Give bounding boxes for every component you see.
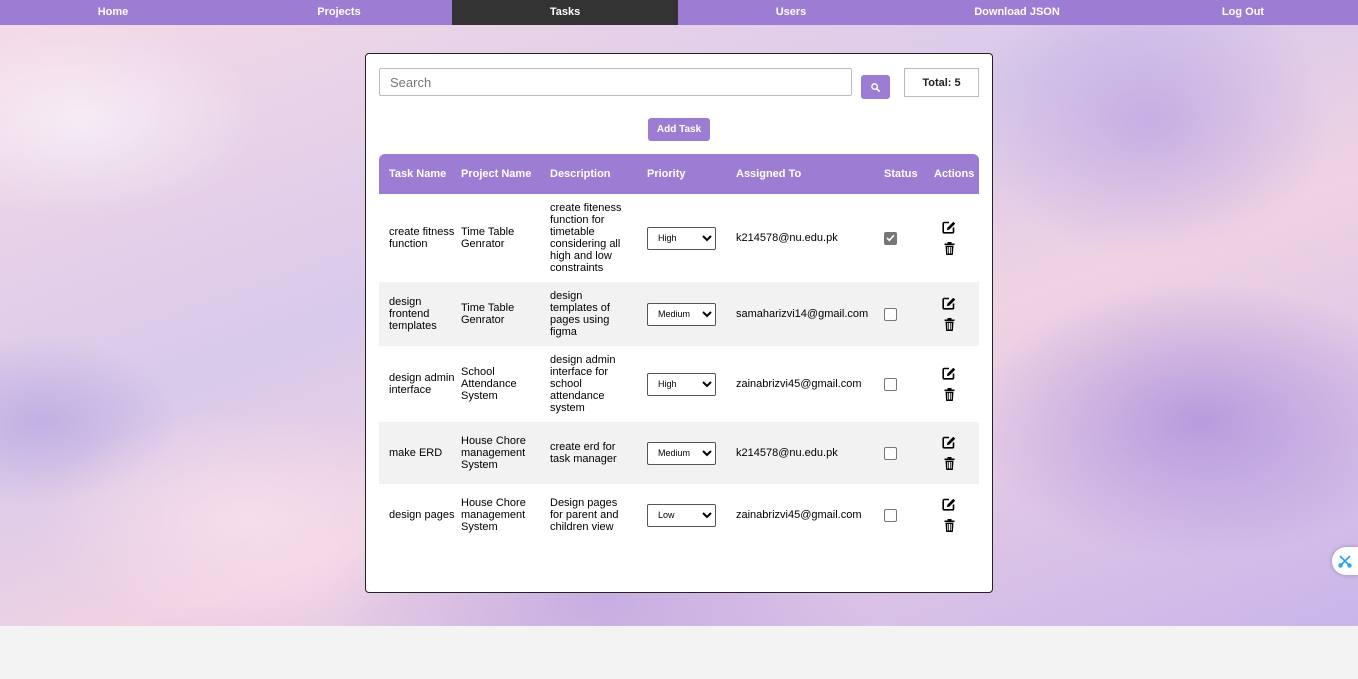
table-row: design frontend templates Time Table Genr… [379, 282, 979, 346]
nav-projects[interactable]: Projects [226, 0, 452, 25]
task-description: design admin interface for school attend… [550, 354, 616, 414]
col-status: Status [884, 168, 918, 180]
top-nav: Home Projects Tasks Users Download JSON Log O… [0, 0, 1358, 25]
table-header: Task Name Project Name Description Prior… [379, 154, 979, 194]
assigned-to: k214578@nu.edu.pk [736, 447, 838, 459]
status-checkbox[interactable] [884, 307, 897, 321]
search-icon [871, 82, 880, 92]
add-task-button[interactable]: Add Task [648, 118, 710, 141]
task-name: design frontend templates [389, 296, 437, 332]
status-cell [884, 346, 897, 422]
status-cell [884, 282, 897, 346]
trash-icon[interactable] [944, 388, 955, 401]
tasks-card: Total: 5 Add Task Task Name Project Name… [365, 53, 993, 593]
nav-download-json[interactable]: Download JSON [904, 0, 1130, 25]
project-name: House Chore management System [461, 497, 526, 533]
nav-tasks[interactable]: Tasks [452, 0, 678, 25]
table-row: make ERD House Chore management System cre… [379, 422, 979, 484]
assigned-to: samaharizvi14@gmail.com [736, 308, 869, 320]
task-name: design pages [389, 509, 455, 521]
scissors-icon [1338, 555, 1352, 568]
project-name: Time Table Genrator [461, 226, 515, 250]
actions-cell [934, 282, 964, 346]
actions-cell [934, 346, 964, 422]
trash-icon[interactable] [944, 457, 955, 470]
task-name: create fitness function [389, 226, 455, 250]
project-name: Time Table Genrator [461, 302, 515, 326]
priority-select[interactable]: HighMediumLow [647, 302, 716, 326]
table-row: design admin interface School Attendance … [379, 346, 979, 422]
nav-log-out[interactable]: Log Out [1130, 0, 1356, 25]
task-description: create fiteness function for timetable c… [550, 202, 622, 274]
project-name: School Attendance System [461, 366, 517, 402]
task-description: Design pages for parent and children vie… [550, 497, 619, 533]
edit-icon[interactable] [942, 436, 956, 449]
project-name: House Chore management System [461, 435, 526, 471]
col-priority: Priority [647, 168, 686, 180]
priority-select[interactable]: HighMediumLow [647, 372, 716, 396]
nav-users[interactable]: Users [678, 0, 904, 25]
actions-cell [934, 484, 964, 546]
checkmark-icon [886, 234, 895, 242]
edit-icon[interactable] [942, 221, 956, 234]
priority-cell: HighMediumLow [647, 422, 716, 484]
edit-icon[interactable] [942, 367, 956, 380]
col-assigned-to: Assigned To [736, 168, 802, 180]
status-checkbox[interactable] [884, 446, 897, 460]
priority-select[interactable]: HighMediumLow [647, 441, 716, 465]
status-cell [884, 484, 897, 546]
edit-icon[interactable] [942, 498, 956, 511]
task-description: create erd for task manager [550, 441, 617, 465]
total-count: Total: 5 [904, 68, 979, 97]
priority-cell: HighMediumLow [647, 346, 716, 422]
col-task-name: Task Name [389, 168, 447, 180]
task-description: design templates of pages using figma [550, 290, 610, 338]
nav-home[interactable]: Home [0, 0, 226, 25]
tasks-table: Task Name Project Name Description Prior… [379, 154, 979, 546]
assigned-to: zainabrizvi45@gmail.com [736, 378, 862, 390]
status-checkbox[interactable] [884, 231, 897, 245]
status-checkbox[interactable] [884, 508, 897, 522]
trash-icon[interactable] [944, 242, 955, 255]
status-cell [884, 194, 897, 282]
status-checkbox[interactable] [884, 377, 897, 391]
side-widget[interactable] [1332, 547, 1358, 575]
task-name: make ERD [389, 447, 443, 459]
assigned-to: zainabrizvi45@gmail.com [736, 509, 862, 521]
assigned-to: k214578@nu.edu.pk [736, 232, 838, 244]
table-row: design pages House Chore management Syste… [379, 484, 979, 546]
search-button[interactable] [861, 75, 890, 99]
trash-icon[interactable] [944, 519, 955, 532]
search-input[interactable] [379, 68, 852, 96]
status-cell [884, 422, 897, 484]
priority-select[interactable]: HighMediumLow [647, 503, 716, 527]
col-actions: Actions [934, 168, 975, 180]
task-name: design admin interface [389, 372, 455, 396]
priority-cell: HighMediumLow [647, 484, 716, 546]
actions-cell [934, 194, 964, 282]
table-body: create fitness function Time Table Genrat… [379, 194, 979, 546]
col-description: Description [550, 168, 611, 180]
priority-select[interactable]: HighMediumLow [647, 226, 716, 250]
actions-cell [934, 422, 964, 484]
trash-icon[interactable] [944, 318, 955, 331]
edit-icon[interactable] [942, 297, 956, 310]
priority-cell: HighMediumLow [647, 194, 716, 282]
table-row: create fitness function Time Table Genrat… [379, 194, 979, 282]
col-project-name: Project Name [461, 168, 532, 180]
priority-cell: HighMediumLow [647, 282, 716, 346]
